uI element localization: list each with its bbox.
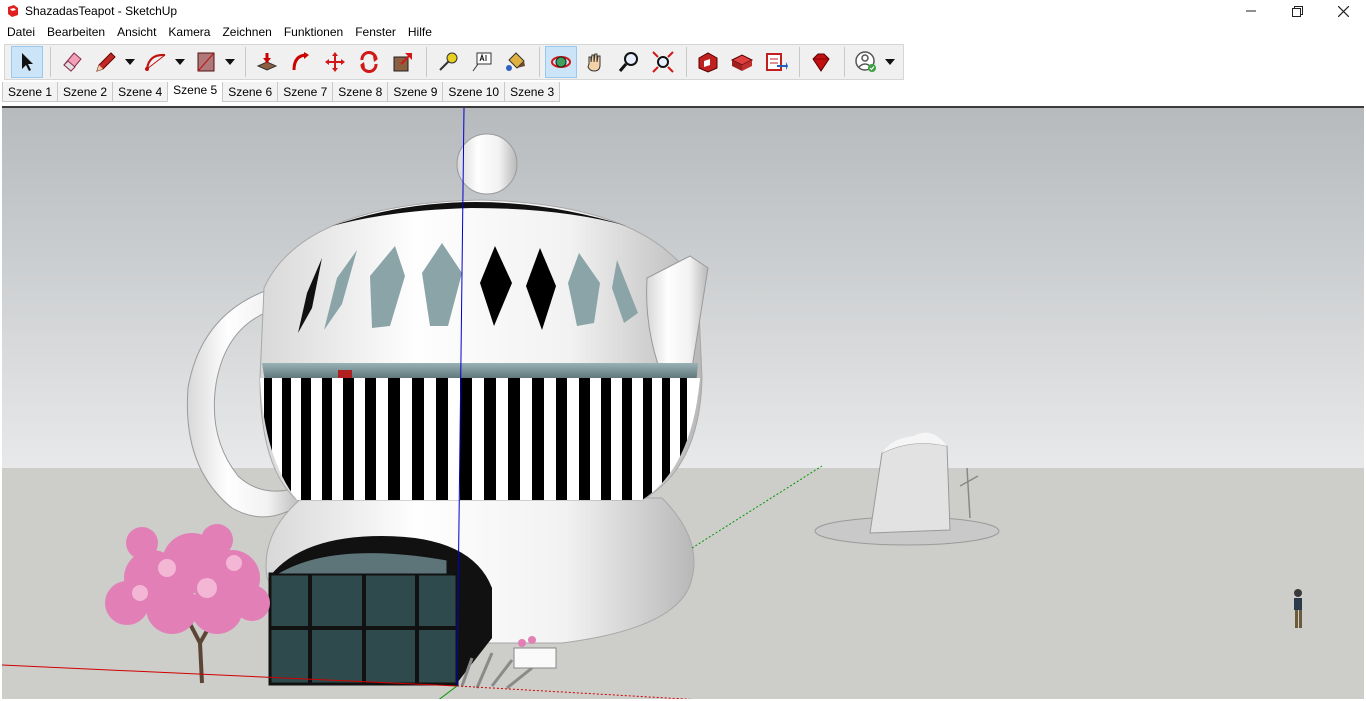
minimize-button[interactable]: [1228, 0, 1274, 22]
close-icon: [1337, 5, 1349, 17]
scene-tabs: Szene 1 Szene 2 Szene 4 Szene 5 Szene 6 …: [2, 82, 561, 102]
text-tool[interactable]: [466, 46, 498, 78]
arc-dropdown[interactable]: [174, 46, 186, 78]
pan-icon: [587, 53, 601, 72]
restore-button[interactable]: [1274, 0, 1320, 22]
toolbar-separator: [50, 47, 51, 77]
orbit-tool[interactable]: [545, 46, 577, 78]
toolbar-separator: [539, 47, 540, 77]
chevron-down-icon: [125, 59, 135, 65]
scene-tab-1[interactable]: Szene 1: [2, 82, 59, 102]
toolbar-separator: [426, 47, 427, 77]
scale-icon: [393, 53, 412, 72]
paint-bucket-icon: [506, 52, 525, 71]
tape-measure-tool[interactable]: [432, 46, 464, 78]
human-figure: [1294, 589, 1302, 628]
toolbar-separator: [844, 47, 845, 77]
toolbar-separator: [799, 47, 800, 77]
move-tool[interactable]: [319, 46, 351, 78]
tape-measure-icon: [439, 52, 458, 71]
text-icon: [472, 52, 492, 72]
scene-tab-6[interactable]: Szene 6: [222, 82, 279, 102]
send-to-layout-tool[interactable]: [760, 46, 792, 78]
extension-warehouse-icon: [730, 54, 754, 71]
ruby-console-tool[interactable]: [805, 46, 837, 78]
warehouse-tool[interactable]: [692, 46, 724, 78]
pencil-dropdown[interactable]: [124, 46, 136, 78]
rectangle-icon: [197, 52, 215, 72]
scene-tab-3[interactable]: Szene 3: [504, 82, 561, 102]
chevron-down-icon: [225, 59, 235, 65]
rotate-tool[interactable]: [353, 46, 385, 78]
pencil-icon: [96, 52, 116, 72]
warehouse-icon: [698, 52, 718, 73]
ruby-icon: [812, 53, 830, 72]
paint-bucket-tool[interactable]: [500, 46, 532, 78]
account-icon: [855, 51, 876, 72]
window-title: ShazadasTeapot - SketchUp: [25, 4, 178, 18]
select-tool[interactable]: [11, 46, 43, 78]
menu-datei[interactable]: Datei: [2, 23, 40, 42]
account-button[interactable]: [850, 46, 882, 78]
menu-zeichnen[interactable]: Zeichnen: [217, 23, 276, 42]
menu-ansicht[interactable]: Ansicht: [112, 23, 161, 42]
arc-tool[interactable]: [140, 46, 172, 78]
teapot-knob: [456, 133, 518, 195]
menu-hilfe[interactable]: Hilfe: [403, 23, 437, 42]
menu-bar: Datei Bearbeiten Ansicht Kamera Zeichnen…: [0, 23, 439, 42]
menu-funktionen[interactable]: Funktionen: [279, 23, 348, 42]
toolbar-separator: [245, 47, 246, 77]
push-pull-tool[interactable]: [251, 46, 283, 78]
scene-tab-2[interactable]: Szene 2: [57, 82, 114, 102]
move-icon: [325, 52, 345, 72]
account-dropdown[interactable]: [884, 46, 896, 78]
sketchup-logo-icon: [8, 5, 18, 17]
scale-tool[interactable]: [387, 46, 419, 78]
zoom-icon: [618, 52, 638, 72]
menu-bearbeiten[interactable]: Bearbeiten: [42, 23, 110, 42]
striped-band: [260, 378, 700, 500]
follow-me-icon: [292, 52, 309, 71]
model-scene: [2, 108, 1364, 699]
scene-tab-7[interactable]: Szene 7: [277, 82, 334, 102]
scene-tab-8[interactable]: Szene 8: [332, 82, 389, 102]
arc-icon: [145, 53, 166, 71]
main-toolbar: [4, 44, 904, 80]
toolbar-separator: [686, 47, 687, 77]
scene-tab-9[interactable]: Szene 9: [387, 82, 444, 102]
restore-icon: [1291, 5, 1303, 17]
pan-tool[interactable]: [579, 46, 611, 78]
rectangle-dropdown[interactable]: [224, 46, 236, 78]
scene-tab-10[interactable]: Szene 10: [442, 82, 506, 102]
close-button[interactable]: [1320, 0, 1366, 22]
eraser-icon: [63, 52, 82, 72]
push-pull-icon: [256, 53, 278, 71]
chevron-down-icon: [885, 59, 895, 65]
3d-viewport[interactable]: [2, 106, 1364, 699]
select-icon: [22, 53, 33, 71]
follow-me-tool[interactable]: [285, 46, 317, 78]
scene-tab-4[interactable]: Szene 4: [112, 82, 169, 102]
minimize-icon: [1246, 10, 1256, 12]
zoom-extents-icon: [652, 51, 674, 73]
menu-fenster[interactable]: Fenster: [350, 23, 401, 42]
eraser-tool[interactable]: [56, 46, 88, 78]
extension-warehouse-tool[interactable]: [726, 46, 758, 78]
rectangle-tool[interactable]: [190, 46, 222, 78]
chevron-down-icon: [175, 59, 185, 65]
orbit-icon: [551, 56, 571, 68]
zoom-extents-tool[interactable]: [647, 46, 679, 78]
scene-tab-5[interactable]: Szene 5: [167, 82, 224, 102]
rotate-icon: [360, 51, 378, 73]
send-to-layout-icon: [766, 53, 788, 71]
zoom-tool[interactable]: [613, 46, 645, 78]
title-bar: ShazadasTeapot - SketchUp: [0, 0, 1366, 22]
pencil-tool[interactable]: [90, 46, 122, 78]
menu-kamera[interactable]: Kamera: [163, 23, 215, 42]
